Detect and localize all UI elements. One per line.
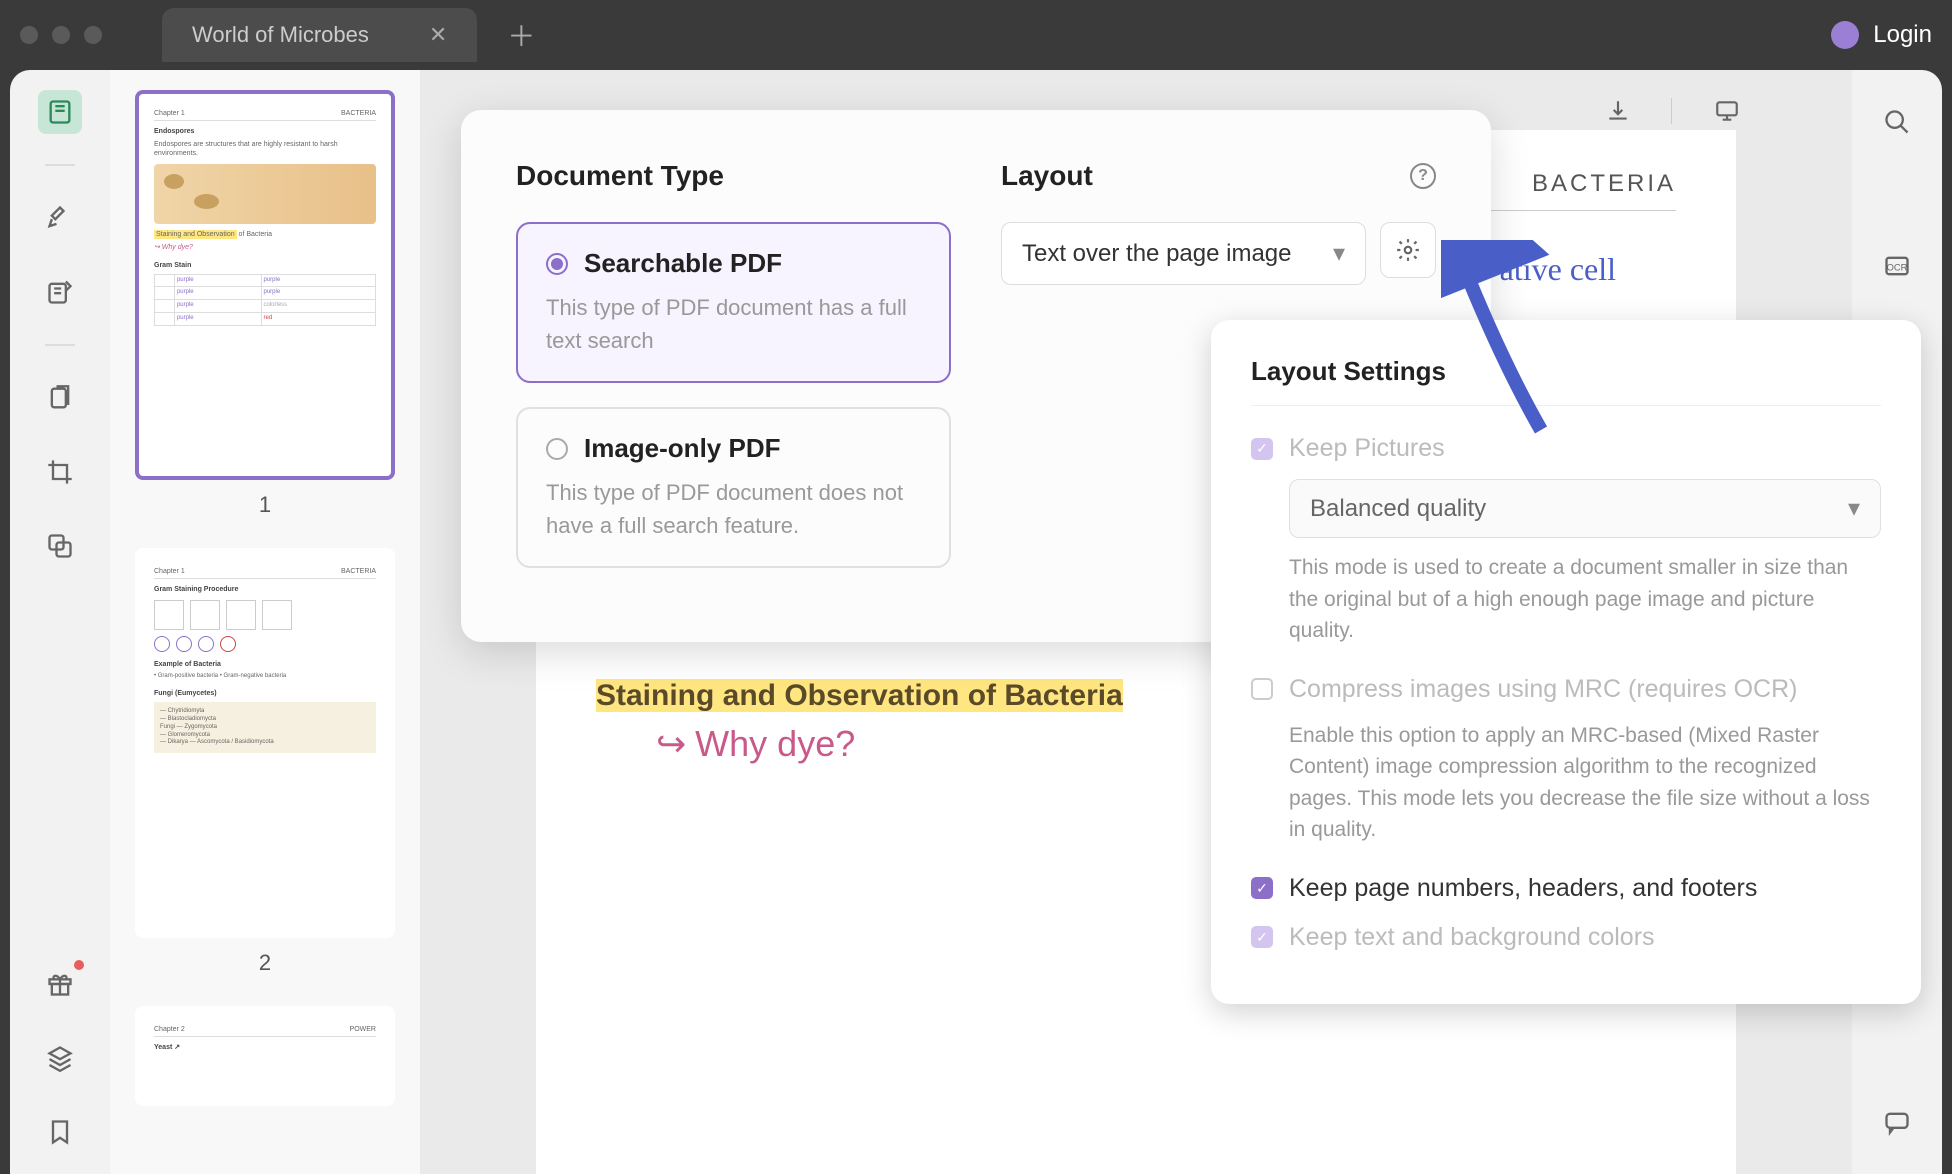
crop-tool[interactable] xyxy=(38,450,82,494)
radio-icon xyxy=(546,253,568,275)
svg-text:OCR: OCR xyxy=(1887,263,1908,273)
radio-description: This type of PDF document does not have … xyxy=(546,476,921,542)
chevron-down-icon: ▾ xyxy=(1848,494,1860,523)
search-button[interactable] xyxy=(1875,100,1919,144)
keep-pictures-row[interactable]: ✓ Keep Pictures xyxy=(1251,434,1881,463)
layout-settings-popover: Layout Settings ✓ Keep Pictures Balanced… xyxy=(1211,320,1921,1004)
add-tab-button[interactable]: ＋ xyxy=(507,15,535,55)
comment-button[interactable] xyxy=(1875,1100,1919,1144)
layout-settings-button[interactable] xyxy=(1380,222,1436,278)
download-icon[interactable] xyxy=(1605,98,1631,124)
copy-icon xyxy=(46,384,74,412)
window-traffic-lights xyxy=(20,26,102,44)
close-window-button[interactable] xyxy=(20,26,38,44)
thumbnail-label: 2 xyxy=(135,950,395,976)
page-thumbnail-2[interactable]: Chapter 1BACTERIA Gram Staining Procedur… xyxy=(135,548,395,938)
check-label: Keep text and background colors xyxy=(1289,923,1655,952)
edit-icon xyxy=(46,278,74,306)
compress-description: Enable this option to apply an MRC-based… xyxy=(1289,720,1881,846)
quality-select[interactable]: Balanced quality ▾ xyxy=(1289,479,1881,538)
separator xyxy=(45,344,75,346)
bookmark-icon xyxy=(46,1118,74,1146)
page-thumbnail-3[interactable]: Chapter 2POWER Yeast ↗ xyxy=(135,1006,395,1106)
tab-title: World of Microbes xyxy=(192,22,369,48)
layout-select[interactable]: Text over the page image ▾ xyxy=(1001,222,1366,285)
quality-description: This mode is used to create a document s… xyxy=(1289,552,1881,647)
login-button[interactable]: Login xyxy=(1873,21,1932,49)
minimize-window-button[interactable] xyxy=(52,26,70,44)
book-tool[interactable] xyxy=(38,90,82,134)
radio-image-only-pdf[interactable]: Image-only PDF This type of PDF document… xyxy=(516,407,951,568)
checkbox-icon: ✓ xyxy=(1251,926,1273,948)
radio-title: Searchable PDF xyxy=(584,248,782,279)
presentation-icon[interactable] xyxy=(1712,98,1742,124)
thumbnail-label: 1 xyxy=(135,492,395,518)
page-header-right: BACTERIA xyxy=(1532,170,1676,198)
check-label: Compress images using MRC (requires OCR) xyxy=(1289,675,1797,704)
ocr-button[interactable]: OCR xyxy=(1875,244,1919,288)
document-tab[interactable]: World of Microbes ✕ xyxy=(162,8,477,62)
layout-select-value: Text over the page image xyxy=(1022,240,1292,268)
doc-type-heading: Document Type xyxy=(516,160,951,192)
edit-tool[interactable] xyxy=(38,270,82,314)
thumbnail-item[interactable]: Chapter 2POWER Yeast ↗ xyxy=(135,1006,395,1106)
layout-heading: Layout xyxy=(1001,160,1093,192)
keep-colors-row[interactable]: ✓ Keep text and background colors xyxy=(1251,923,1881,952)
comment-icon xyxy=(1883,1108,1911,1136)
highlighter-tool[interactable] xyxy=(38,196,82,240)
crop-icon xyxy=(46,458,74,486)
check-label: Keep Pictures xyxy=(1289,434,1445,463)
gift-button[interactable] xyxy=(38,962,82,1006)
compare-tool[interactable] xyxy=(38,524,82,568)
search-icon xyxy=(1883,108,1911,136)
gear-icon xyxy=(1395,237,1421,263)
check-label: Keep page numbers, headers, and footers xyxy=(1289,874,1757,903)
bookmark-button[interactable] xyxy=(38,1110,82,1154)
avatar[interactable] xyxy=(1831,21,1859,49)
titlebar-right: Login xyxy=(1831,21,1932,49)
compare-icon xyxy=(46,532,74,560)
radio-icon xyxy=(546,438,568,460)
thumbnail-item[interactable]: Chapter 1BACTERIA Gram Staining Procedur… xyxy=(135,548,395,976)
export-dialog: Document Type Searchable PDF This type o… xyxy=(461,110,1491,642)
book-icon xyxy=(46,98,74,126)
copy-tool[interactable] xyxy=(38,376,82,420)
gift-icon xyxy=(46,970,74,998)
radio-searchable-pdf[interactable]: Searchable PDF This type of PDF document… xyxy=(516,222,951,383)
layers-icon xyxy=(46,1044,74,1072)
compress-mrc-row[interactable]: Compress images using MRC (requires OCR) xyxy=(1251,675,1881,704)
left-toolbar xyxy=(10,70,110,1174)
app-body: Chapter 1BACTERIA Endospores Endospores … xyxy=(10,70,1942,1174)
radio-title: Image-only PDF xyxy=(584,433,780,464)
checkbox-icon xyxy=(1251,678,1273,700)
ocr-icon: OCR xyxy=(1883,252,1911,280)
section-title: Staining and Observation of Bacteria xyxy=(596,679,1123,712)
checkbox-icon: ✓ xyxy=(1251,438,1273,460)
keep-headers-row[interactable]: ✓ Keep page numbers, headers, and footer… xyxy=(1251,874,1881,903)
radio-description: This type of PDF document has a full tex… xyxy=(546,291,921,357)
checkbox-icon: ✓ xyxy=(1251,877,1273,899)
quality-value: Balanced quality xyxy=(1310,495,1486,523)
thumbnail-panel: Chapter 1BACTERIA Endospores Endospores … xyxy=(110,70,420,1174)
page-thumbnail-1[interactable]: Chapter 1BACTERIA Endospores Endospores … xyxy=(135,90,395,480)
chevron-down-icon: ▾ xyxy=(1333,239,1345,268)
layers-button[interactable] xyxy=(38,1036,82,1080)
annotation-cell: ative cell xyxy=(1500,251,1616,288)
highlighter-icon xyxy=(46,204,74,232)
separator xyxy=(45,164,75,166)
info-icon[interactable]: ? xyxy=(1410,163,1436,189)
maximize-window-button[interactable] xyxy=(84,26,102,44)
close-tab-button[interactable]: ✕ xyxy=(429,22,447,48)
popover-title: Layout Settings xyxy=(1251,356,1881,406)
top-toolbar xyxy=(1605,98,1742,124)
thumbnail-item[interactable]: Chapter 1BACTERIA Endospores Endospores … xyxy=(135,90,395,518)
titlebar: World of Microbes ✕ ＋ Login xyxy=(0,0,1952,70)
